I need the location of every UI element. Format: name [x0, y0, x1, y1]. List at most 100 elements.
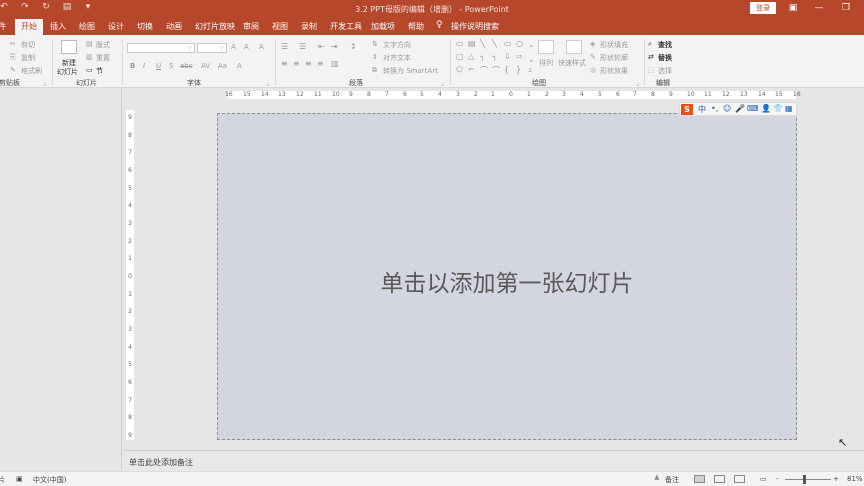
- ime-toolbox-icon[interactable]: ▦: [785, 104, 793, 113]
- clipboard-launcher-icon[interactable]: ⌟: [43, 80, 46, 87]
- font-color-button[interactable]: A: [237, 62, 242, 70]
- ime-punctuation-icon[interactable]: •,: [711, 104, 718, 113]
- tab-record[interactable]: 录制: [301, 21, 317, 32]
- tab-file[interactable]: 件: [0, 21, 6, 32]
- brace-shape-icon[interactable]: ⌐: [468, 65, 475, 74]
- tab-draw[interactable]: 绘图: [79, 21, 95, 32]
- tab-home[interactable]: 开始: [15, 19, 43, 35]
- align-right-icon[interactable]: ≡: [305, 59, 312, 68]
- gallery-down-icon[interactable]: ⌄: [528, 55, 535, 64]
- character-spacing-button[interactable]: AV: [201, 62, 210, 70]
- pentagon-shape-icon[interactable]: ⬠: [456, 65, 463, 74]
- font-size-combo[interactable]: ⌵: [197, 43, 227, 53]
- format-painter-button[interactable]: 格式刷: [21, 66, 42, 76]
- align-text-button[interactable]: 对齐文本: [383, 53, 411, 63]
- rounded-rect-shape-icon[interactable]: ▢: [456, 52, 464, 61]
- layout-button[interactable]: 版式: [96, 40, 110, 50]
- select-button[interactable]: 选择: [658, 66, 672, 76]
- zoom-level[interactable]: 81%: [847, 475, 863, 483]
- login-button[interactable]: 登录: [750, 2, 776, 14]
- font-name-combo[interactable]: ⌵: [127, 43, 195, 53]
- freeform-shape-icon[interactable]: ⌒: [492, 65, 500, 76]
- elbow-connector-icon[interactable]: ┐: [480, 52, 485, 61]
- add-first-slide-placeholder[interactable]: 单击以添加第一张幻灯片: [218, 264, 796, 298]
- ime-skin-icon[interactable]: 👕: [773, 104, 783, 113]
- curve-shape-icon[interactable]: ⌒: [480, 65, 488, 76]
- normal-view-button[interactable]: [694, 475, 705, 483]
- reset-button[interactable]: 重置: [96, 53, 110, 63]
- font-launcher-icon[interactable]: ⌟: [266, 80, 269, 87]
- slide-canvas[interactable]: 单击以添加第一张幻灯片: [217, 113, 797, 440]
- triangle-shape-icon[interactable]: △: [468, 52, 474, 61]
- slide-sorter-view-button[interactable]: [714, 475, 725, 483]
- tell-me-search[interactable]: 操作说明搜索: [451, 21, 499, 32]
- new-slide-dropdown[interactable]: 幻灯片: [57, 67, 78, 77]
- tab-animations[interactable]: 动画: [166, 21, 182, 32]
- sogou-logo-icon[interactable]: S: [681, 104, 693, 115]
- ime-chinese-mode[interactable]: 中: [698, 104, 706, 115]
- text-shadow-button[interactable]: S: [169, 62, 173, 70]
- rect-shape-icon[interactable]: ▭: [504, 39, 512, 48]
- increase-indent-icon[interactable]: ⇥: [331, 42, 338, 51]
- tab-addins[interactable]: 加载项: [371, 21, 395, 32]
- replace-button[interactable]: 替换: [658, 53, 672, 63]
- strikethrough-button[interactable]: abc: [180, 62, 193, 70]
- change-case-button[interactable]: Aa: [218, 62, 227, 70]
- new-slide-icon[interactable]: [61, 40, 77, 54]
- right-arrow-shape-icon[interactable]: ⇨: [516, 52, 523, 61]
- language-status[interactable]: 中文(中国): [33, 475, 66, 485]
- reading-view-button[interactable]: [734, 475, 745, 483]
- ime-emoji-icon[interactable]: ☺: [723, 104, 731, 113]
- paragraph-launcher-icon[interactable]: ⌟: [441, 80, 444, 87]
- convert-smartart-button[interactable]: 转换为 SmartArt: [383, 66, 438, 76]
- italic-button[interactable]: I: [143, 62, 145, 70]
- justify-icon[interactable]: ≡: [317, 59, 324, 68]
- right-brace-icon[interactable]: }: [516, 65, 521, 74]
- arrange-button[interactable]: 排列: [539, 58, 553, 68]
- line-shape-icon[interactable]: ╲: [480, 39, 485, 48]
- tab-slide-show[interactable]: 幻灯片放映: [195, 21, 235, 32]
- tab-help[interactable]: 帮助: [408, 21, 424, 32]
- text-direction-button[interactable]: 文字方向: [383, 40, 411, 50]
- shape-effects-button[interactable]: 形状效果: [600, 66, 628, 76]
- restore-icon[interactable]: ❐: [839, 3, 853, 13]
- section-button[interactable]: 节: [96, 66, 103, 76]
- zoom-slider-track[interactable]: [785, 479, 831, 480]
- find-button[interactable]: 查找: [658, 40, 672, 50]
- zoom-slider-thumb[interactable]: [803, 475, 806, 484]
- shrink-font-button[interactable]: A: [244, 43, 249, 51]
- textbox-shape-icon[interactable]: ▤: [468, 39, 476, 48]
- ime-user-icon[interactable]: 👤: [761, 104, 771, 113]
- columns-icon[interactable]: ▥: [331, 59, 339, 68]
- tab-view[interactable]: 视图: [272, 21, 288, 32]
- copy-button[interactable]: 复制: [21, 53, 35, 63]
- rectangle-shape-icon[interactable]: ▭: [456, 39, 464, 48]
- shape-outline-button[interactable]: 形状轮廓: [600, 53, 628, 63]
- decrease-indent-icon[interactable]: ⇤: [318, 42, 325, 51]
- bullets-icon[interactable]: ☰: [281, 42, 288, 51]
- clear-formatting-button[interactable]: A: [259, 43, 264, 51]
- quick-styles-button[interactable]: 快速样式: [558, 58, 586, 68]
- zoom-in-button[interactable]: +: [833, 475, 839, 483]
- spellcheck-icon[interactable]: ▣: [16, 475, 23, 483]
- align-center-icon[interactable]: ≡: [293, 59, 300, 68]
- notes-placeholder[interactable]: 单击此处添加备注: [129, 457, 193, 468]
- tab-insert[interactable]: 插入: [50, 21, 66, 32]
- ribbon-display-options-icon[interactable]: ▣: [786, 3, 800, 13]
- underline-button[interactable]: U: [156, 62, 161, 70]
- align-left-icon[interactable]: ≡: [281, 59, 288, 68]
- slide-thumbnail-pane[interactable]: [0, 89, 122, 469]
- slideshow-view-icon[interactable]: ▭: [760, 475, 767, 483]
- tab-design[interactable]: 设计: [108, 21, 124, 32]
- numbering-icon[interactable]: ☰: [299, 42, 306, 51]
- notes-toggle-button[interactable]: 备注: [665, 475, 679, 485]
- tab-review[interactable]: 审阅: [243, 21, 259, 32]
- down-arrow-shape-icon[interactable]: ⇩: [504, 52, 511, 61]
- shape-fill-button[interactable]: 形状填充: [600, 40, 628, 50]
- oval-shape-icon[interactable]: ○: [516, 39, 523, 48]
- minimize-icon[interactable]: —: [812, 3, 826, 13]
- grow-font-button[interactable]: A: [231, 43, 236, 51]
- gallery-up-icon[interactable]: ⌃: [528, 44, 535, 53]
- notes-pane[interactable]: 单击此处添加备注: [123, 450, 864, 471]
- drawing-launcher-icon[interactable]: ⌟: [636, 80, 639, 87]
